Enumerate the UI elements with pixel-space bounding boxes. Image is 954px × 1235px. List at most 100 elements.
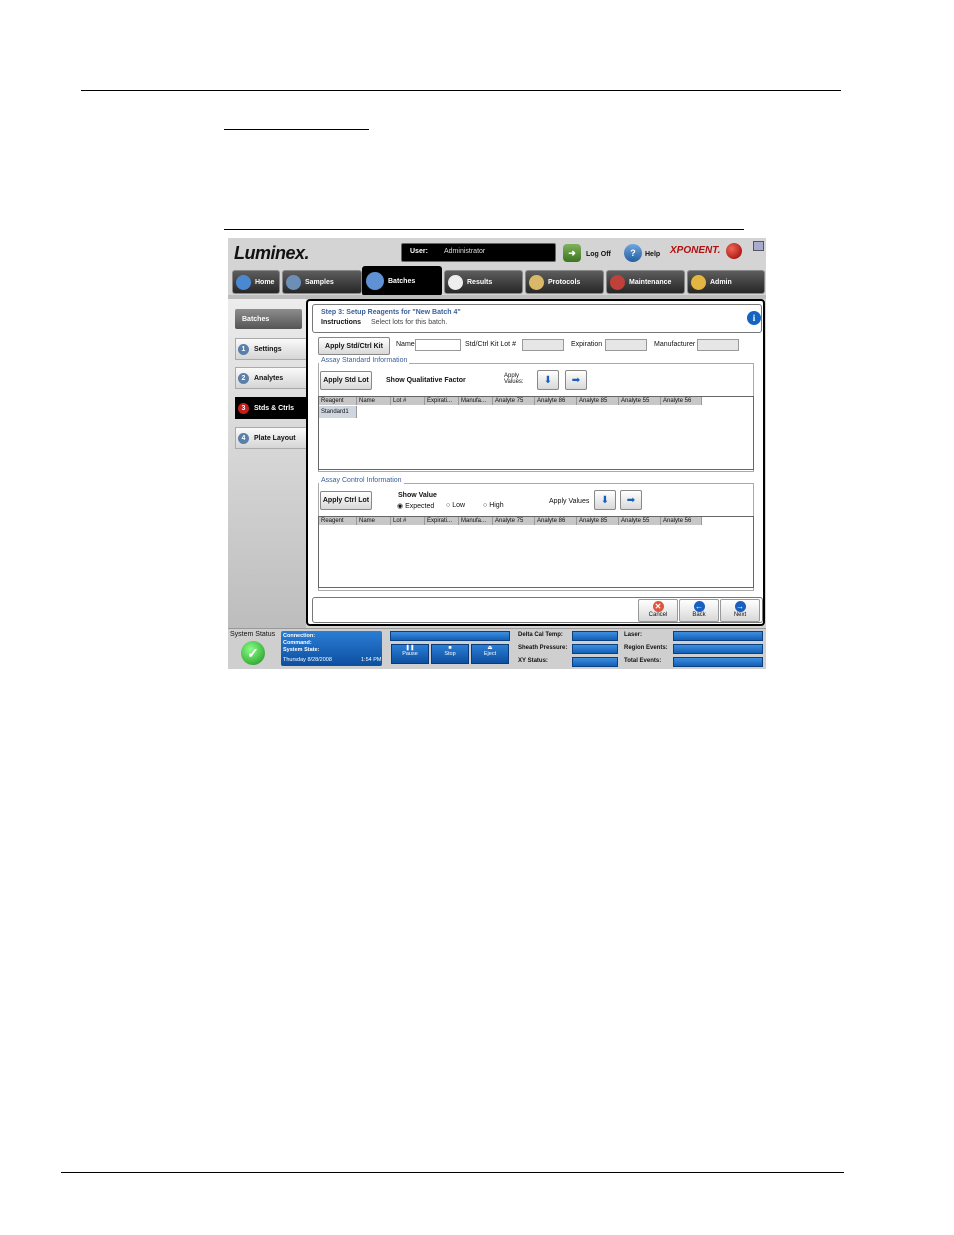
apply-down-arrow-icon[interactable]: ⬇ <box>537 370 559 390</box>
ctrl-apply-down-arrow-icon[interactable]: ⬇ <box>594 490 616 510</box>
cancel-button[interactable]: ✕ Cancel <box>638 599 678 622</box>
system-state-label: System State: <box>283 647 320 653</box>
main-panel: Step 3: Setup Reagents for "New Batch 4"… <box>306 299 765 626</box>
nav-tab-protocols[interactable]: Protocols <box>525 270 604 294</box>
sidebar-title: Batches <box>235 309 302 329</box>
help-icon[interactable]: ? <box>624 244 642 262</box>
column-header[interactable]: Name <box>357 397 391 405</box>
column-header[interactable]: Lot # <box>391 397 425 405</box>
step-label: Stds & Ctrls <box>254 404 295 412</box>
column-header[interactable]: Reagent <box>319 397 357 405</box>
apply-ctrl-lot-button[interactable]: Apply Ctrl Lot <box>320 491 372 510</box>
back-arrow-icon: ← <box>693 601 705 612</box>
delta-cal-temp-label: Delta Cal Temp: <box>518 632 563 638</box>
assay-standard-title: Assay Standard Information <box>319 357 410 364</box>
column-header[interactable]: Analyte 75 <box>493 397 535 405</box>
kit-name-input[interactable] <box>415 339 461 351</box>
brand-ball-icon <box>726 243 742 259</box>
step-number: 3 <box>238 402 249 414</box>
nav-label: Maintenance <box>629 278 672 286</box>
show-value-label: Show Value <box>398 492 437 499</box>
column-header[interactable]: Name <box>357 517 391 525</box>
laser-label: Laser: <box>624 632 643 638</box>
radio-expected[interactable]: ◉ Expected <box>397 502 434 510</box>
total-events-label: Total Events: <box>624 658 662 664</box>
help-button[interactable]: Help <box>645 251 660 258</box>
step-label: Plate Layout <box>254 434 296 442</box>
apply-std-ctrl-kit-button[interactable]: Apply Std/Ctrl Kit <box>318 337 390 355</box>
kit-expiration-label: Expiration <box>571 341 603 348</box>
progress-bar <box>390 631 510 641</box>
next-button[interactable]: → Next <box>720 599 760 622</box>
status-ok-icon: ✓ <box>241 641 265 665</box>
radio-low[interactable]: ○ Low <box>446 502 465 509</box>
step-number: 1 <box>238 343 249 355</box>
nav-tab-results[interactable]: Results <box>444 270 523 294</box>
connection-label: Connection: <box>283 633 316 639</box>
column-header[interactable]: Expirati... <box>425 517 459 525</box>
connection-panel: Connection: Command: System State: Thurs… <box>281 631 382 666</box>
heading-underline <box>224 129 369 130</box>
apply-right-arrow-icon[interactable]: ➡ <box>565 370 587 390</box>
column-header[interactable]: Manufa... <box>459 517 493 525</box>
column-header[interactable]: Manufa... <box>459 397 493 405</box>
nav-tab-batches[interactable]: Batches <box>362 266 442 296</box>
column-header[interactable]: Analyte 55 <box>619 517 661 525</box>
column-header[interactable]: Analyte 86 <box>535 517 577 525</box>
column-header[interactable]: Analyte 75 <box>493 517 535 525</box>
section-underline <box>224 229 744 230</box>
sidebar-step-stds-ctrls[interactable]: 3 Stds & Ctrls <box>235 397 307 419</box>
protocols-icon <box>529 274 544 290</box>
cancel-icon: ✕ <box>652 601 664 612</box>
nav-tab-admin[interactable]: Admin <box>687 270 765 294</box>
luminex-logo: Luminex. <box>234 243 310 263</box>
radio-high[interactable]: ○ High <box>483 502 504 509</box>
stop-button[interactable]: ■ Stop <box>431 644 469 664</box>
sidebar-step-plate-layout[interactable]: 4 Plate Layout <box>235 427 307 449</box>
kit-expiration-field <box>605 339 647 351</box>
log-off-button[interactable]: Log Off <box>586 251 611 258</box>
control-grid: Reagent Name Lot # Expirati... Manufa...… <box>318 516 754 588</box>
total-events-value <box>673 657 763 667</box>
column-header[interactable]: Analyte 55 <box>619 397 661 405</box>
show-qualitative-factor-label[interactable]: Show Qualitative Factor <box>386 377 466 384</box>
maintenance-icon <box>610 274 625 290</box>
step-label: Analytes <box>254 374 284 382</box>
sheath-pressure-value <box>572 644 618 654</box>
user-label: User: <box>410 248 428 255</box>
column-header[interactable]: Analyte 85 <box>577 517 619 525</box>
column-header[interactable]: Analyte 85 <box>577 397 619 405</box>
instructions-text: Select lots for this batch. <box>371 319 448 326</box>
nav-label: Admin <box>710 278 732 286</box>
table-row[interactable]: Standard1 <box>319 406 357 418</box>
info-icon[interactable]: i <box>747 311 761 325</box>
region-events-label: Region Events: <box>624 645 668 651</box>
sidebar-step-settings[interactable]: 1 Settings <box>235 338 307 360</box>
xy-status-label: XY Status: <box>518 658 548 664</box>
pause-button[interactable]: ❚❚ Pause <box>391 644 429 664</box>
ctrl-apply-right-arrow-icon[interactable]: ➡ <box>620 490 642 510</box>
column-header[interactable]: Lot # <box>391 517 425 525</box>
apply-std-lot-button[interactable]: Apply Std Lot <box>320 371 372 390</box>
sidebar-step-analytes[interactable]: 2 Analytes <box>235 367 307 389</box>
window-button[interactable] <box>753 241 764 251</box>
nav-tab-home[interactable]: Home <box>232 270 280 294</box>
nav-tab-samples[interactable]: Samples <box>282 270 362 294</box>
column-header[interactable]: Expirati... <box>425 397 459 405</box>
nav-label: Protocols <box>548 278 581 286</box>
eject-button[interactable]: ⏏ Eject <box>471 644 509 664</box>
kit-lot-field <box>522 339 564 351</box>
column-header[interactable]: Analyte 56 <box>661 397 702 405</box>
status-bar: System Status ✓ Connection: Command: Sys… <box>228 628 766 669</box>
column-header[interactable]: Reagent <box>319 517 357 525</box>
log-off-icon[interactable]: ➜ <box>563 244 581 262</box>
page-bottom-rule <box>61 1172 844 1173</box>
instructions-label: Instructions <box>321 319 362 326</box>
home-icon <box>236 274 251 290</box>
back-button[interactable]: ← Back <box>679 599 719 622</box>
nav-tab-maintenance[interactable]: Maintenance <box>606 270 685 294</box>
nav-label: Samples <box>305 278 334 286</box>
column-header[interactable]: Analyte 86 <box>535 397 577 405</box>
laser-value <box>673 631 763 641</box>
column-header[interactable]: Analyte 56 <box>661 517 702 525</box>
